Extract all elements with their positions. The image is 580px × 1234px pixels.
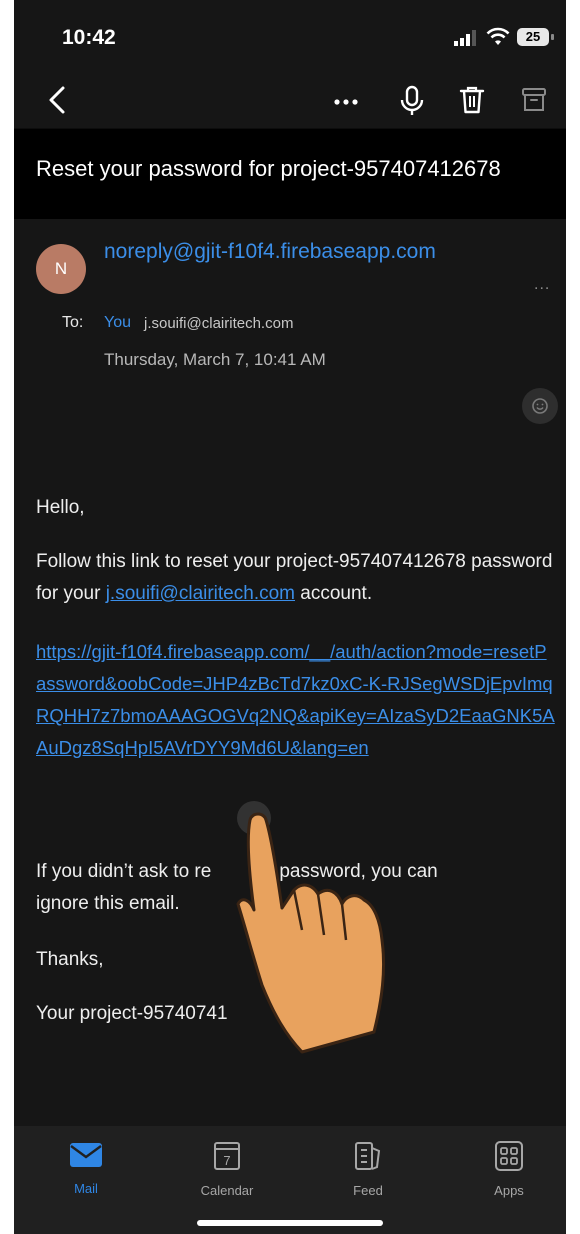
bottom-tab-bar: Mail 7 Calendar Feed Apps <box>14 1126 566 1234</box>
signal-icon <box>454 30 476 46</box>
sender-avatar[interactable]: N <box>36 244 86 294</box>
paragraph-1-end: account. <box>295 583 373 604</box>
hand-pointer-icon <box>236 801 386 1054</box>
signature-line: Your project-95740741 <box>36 1003 228 1024</box>
feed-icon <box>355 1142 381 1170</box>
archive-icon <box>522 88 546 111</box>
smiley-icon <box>532 398 548 414</box>
tab-calendar-label: Calendar <box>200 1183 254 1198</box>
tab-mail[interactable]: Mail <box>36 1140 136 1210</box>
back-button[interactable] <box>38 80 78 120</box>
tab-apps[interactable]: Apps <box>459 1140 559 1210</box>
battery-cap <box>551 34 554 40</box>
status-time: 10:42 <box>62 26 116 49</box>
email-date: Thursday, March 7, 10:41 AM <box>104 350 326 369</box>
reset-password-link[interactable]: https://gjit-f10f4.firebaseapp.com/__/au… <box>36 636 556 764</box>
ellipsis-icon <box>334 99 358 105</box>
email-subject: Reset your password for project-95740741… <box>36 156 501 181</box>
battery-icon: 25 <box>517 28 549 46</box>
recipient-address: j.souifi@clairitech.com <box>144 315 294 332</box>
mail-icon <box>70 1143 102 1167</box>
body-paragraph-2-line-2: ignore this email. <box>36 893 180 914</box>
sender-address[interactable]: noreply@gjit-f10f4.firebaseapp.com <box>104 240 436 264</box>
header-more-button[interactable]: ... <box>534 276 550 294</box>
tab-feed-label: Feed <box>353 1183 383 1198</box>
tab-calendar[interactable]: 7 Calendar <box>177 1140 277 1210</box>
recipient-you[interactable]: You <box>104 314 131 332</box>
to-label: To: <box>62 314 84 331</box>
email-toolbar <box>14 72 566 128</box>
paragraph-2-start: If you didn’t ask to re <box>36 861 212 882</box>
tab-apps-label: Apps <box>494 1183 524 1198</box>
subject-bar: Reset your password for project-95740741… <box>14 128 566 219</box>
wifi-icon <box>486 27 510 45</box>
account-email-link[interactable]: j.souifi@clairitech.com <box>106 583 295 604</box>
calendar-day-number: 7 <box>223 1153 230 1168</box>
tab-mail-label: Mail <box>74 1181 98 1196</box>
calendar-icon: 7 <box>214 1142 240 1170</box>
delete-button[interactable] <box>452 80 492 120</box>
body-paragraph-1: Follow this link to reset your project-9… <box>36 546 561 610</box>
more-options-button[interactable] <box>326 80 366 120</box>
chevron-left-icon <box>49 86 65 114</box>
greeting: Hello, <box>36 497 85 518</box>
dictate-button[interactable] <box>392 80 432 120</box>
reaction-button[interactable] <box>522 388 558 424</box>
trash-icon <box>459 86 485 114</box>
microphone-icon <box>400 85 424 115</box>
phone-screen: 10:42 25 Reset your password for project… <box>14 0 566 1234</box>
archive-button[interactable] <box>514 80 554 120</box>
status-bar: 10:42 25 <box>14 0 566 72</box>
apps-icon <box>495 1141 523 1171</box>
home-indicator[interactable] <box>197 1220 383 1226</box>
tab-feed[interactable]: Feed <box>318 1140 418 1210</box>
thanks-line: Thanks, <box>36 949 104 970</box>
